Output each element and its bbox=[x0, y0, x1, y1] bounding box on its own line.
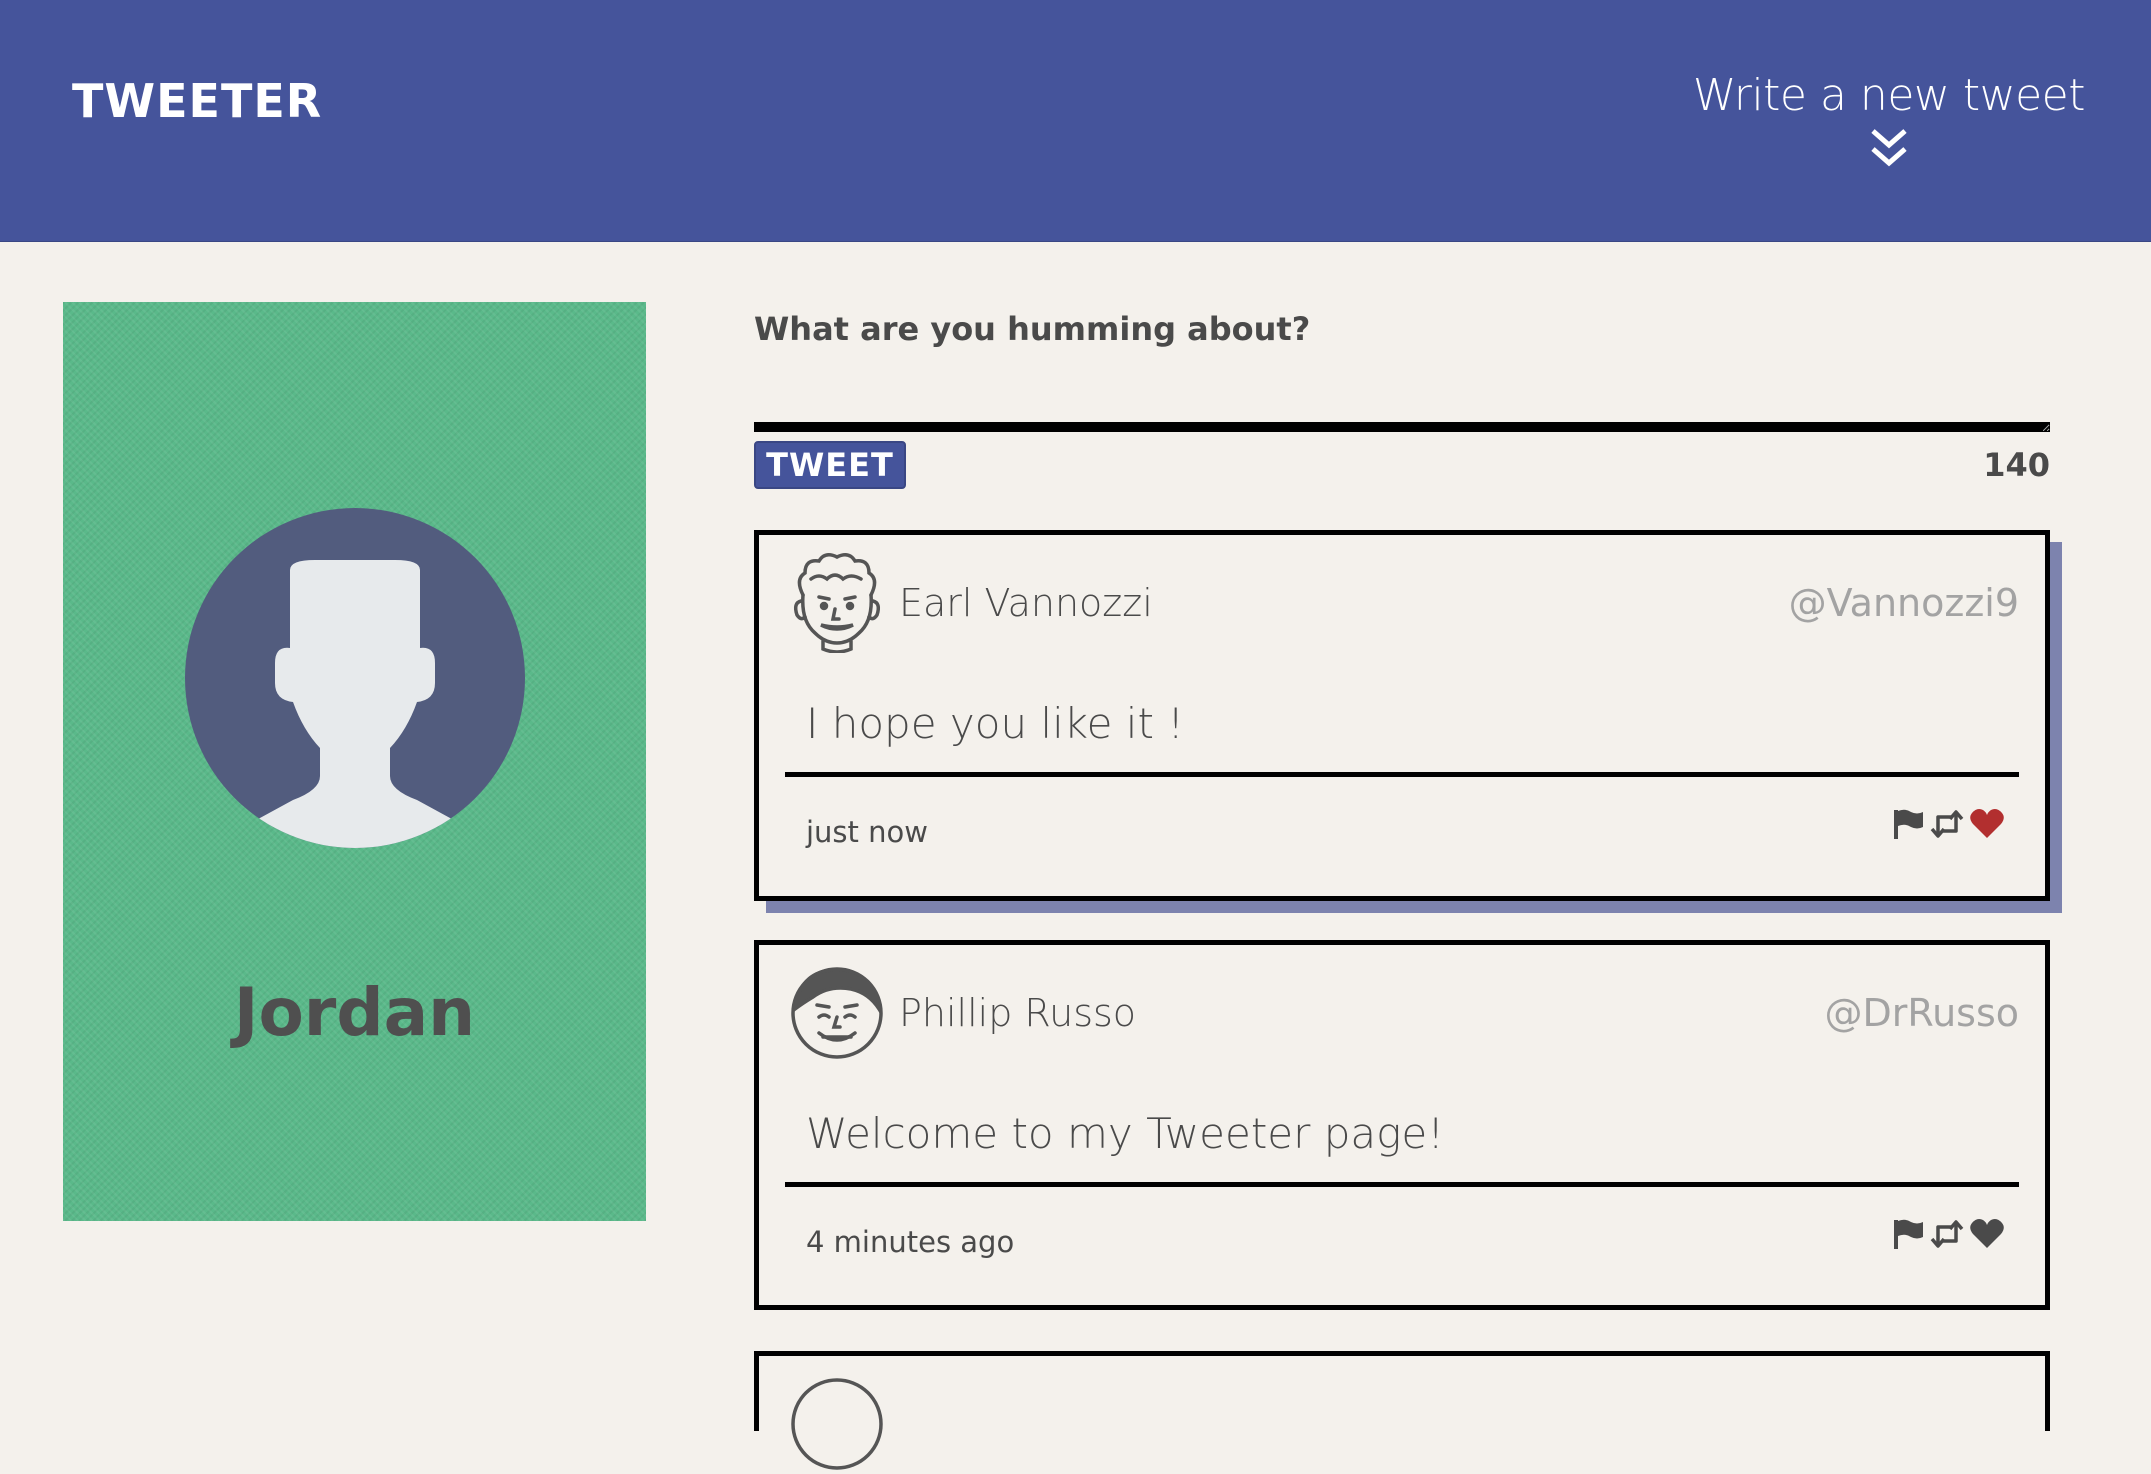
tweet-author-name: Earl Vannozzi bbox=[899, 581, 1153, 625]
new-tweet-form: What are you humming about? TWEET 140 bbox=[754, 310, 2050, 489]
profile-name: Jordan bbox=[233, 974, 476, 1051]
tweet-text: Welcome to my Tweeter page! bbox=[806, 1109, 1445, 1158]
tweet-divider bbox=[785, 1182, 2019, 1187]
tweet-card: Phillip Russo @DrRusso Welcome to my Twe… bbox=[754, 940, 2050, 1310]
compose-toggle-button[interactable]: Write a new tweet bbox=[1692, 70, 2086, 171]
heart-icon[interactable] bbox=[1969, 807, 2005, 841]
tweet-text-input[interactable] bbox=[754, 422, 2050, 432]
tweet-author-handle: @DrRusso bbox=[1824, 991, 2019, 1035]
composer-prompt: What are you humming about? bbox=[754, 310, 1311, 348]
tweet-timestamp: 4 minutes ago bbox=[806, 1225, 1015, 1259]
tweet-actions bbox=[1891, 1217, 2005, 1251]
top-nav: TWEETER Write a new tweet bbox=[0, 0, 2151, 242]
tweet-timestamp: just now bbox=[806, 815, 928, 849]
tweet-author-handle: @Vannozzi9 bbox=[1788, 581, 2019, 625]
retweet-icon[interactable] bbox=[1930, 1217, 1964, 1251]
double-chevron-down-icon bbox=[1871, 129, 1907, 167]
tweet-card: Earl Vannozzi @Vannozzi9 I hope you like… bbox=[754, 530, 2050, 901]
brand-logo[interactable]: TWEETER bbox=[72, 74, 322, 128]
tweet-card bbox=[754, 1351, 2050, 1470]
tweet-submit-button[interactable]: TWEET bbox=[754, 441, 906, 489]
retweet-icon[interactable] bbox=[1930, 807, 1964, 841]
avatar-icon bbox=[791, 1378, 883, 1470]
flag-icon[interactable] bbox=[1891, 1217, 1925, 1251]
heart-icon[interactable] bbox=[1969, 1217, 2005, 1251]
tweet-author-name: Phillip Russo bbox=[899, 991, 1137, 1035]
profile-card: Jordan bbox=[63, 302, 646, 1221]
compose-toggle-label: Write a new tweet bbox=[1692, 70, 2086, 121]
curly-hair-avatar-icon bbox=[793, 553, 881, 653]
tweet-divider bbox=[785, 772, 2019, 777]
tweet-actions bbox=[1891, 807, 2005, 841]
char-counter: 140 bbox=[1983, 446, 2050, 484]
user-silhouette-icon bbox=[185, 508, 525, 848]
smiling-face-avatar-icon bbox=[791, 967, 883, 1059]
tweet-text: I hope you like it ! bbox=[806, 699, 1185, 748]
flag-icon[interactable] bbox=[1891, 807, 1925, 841]
